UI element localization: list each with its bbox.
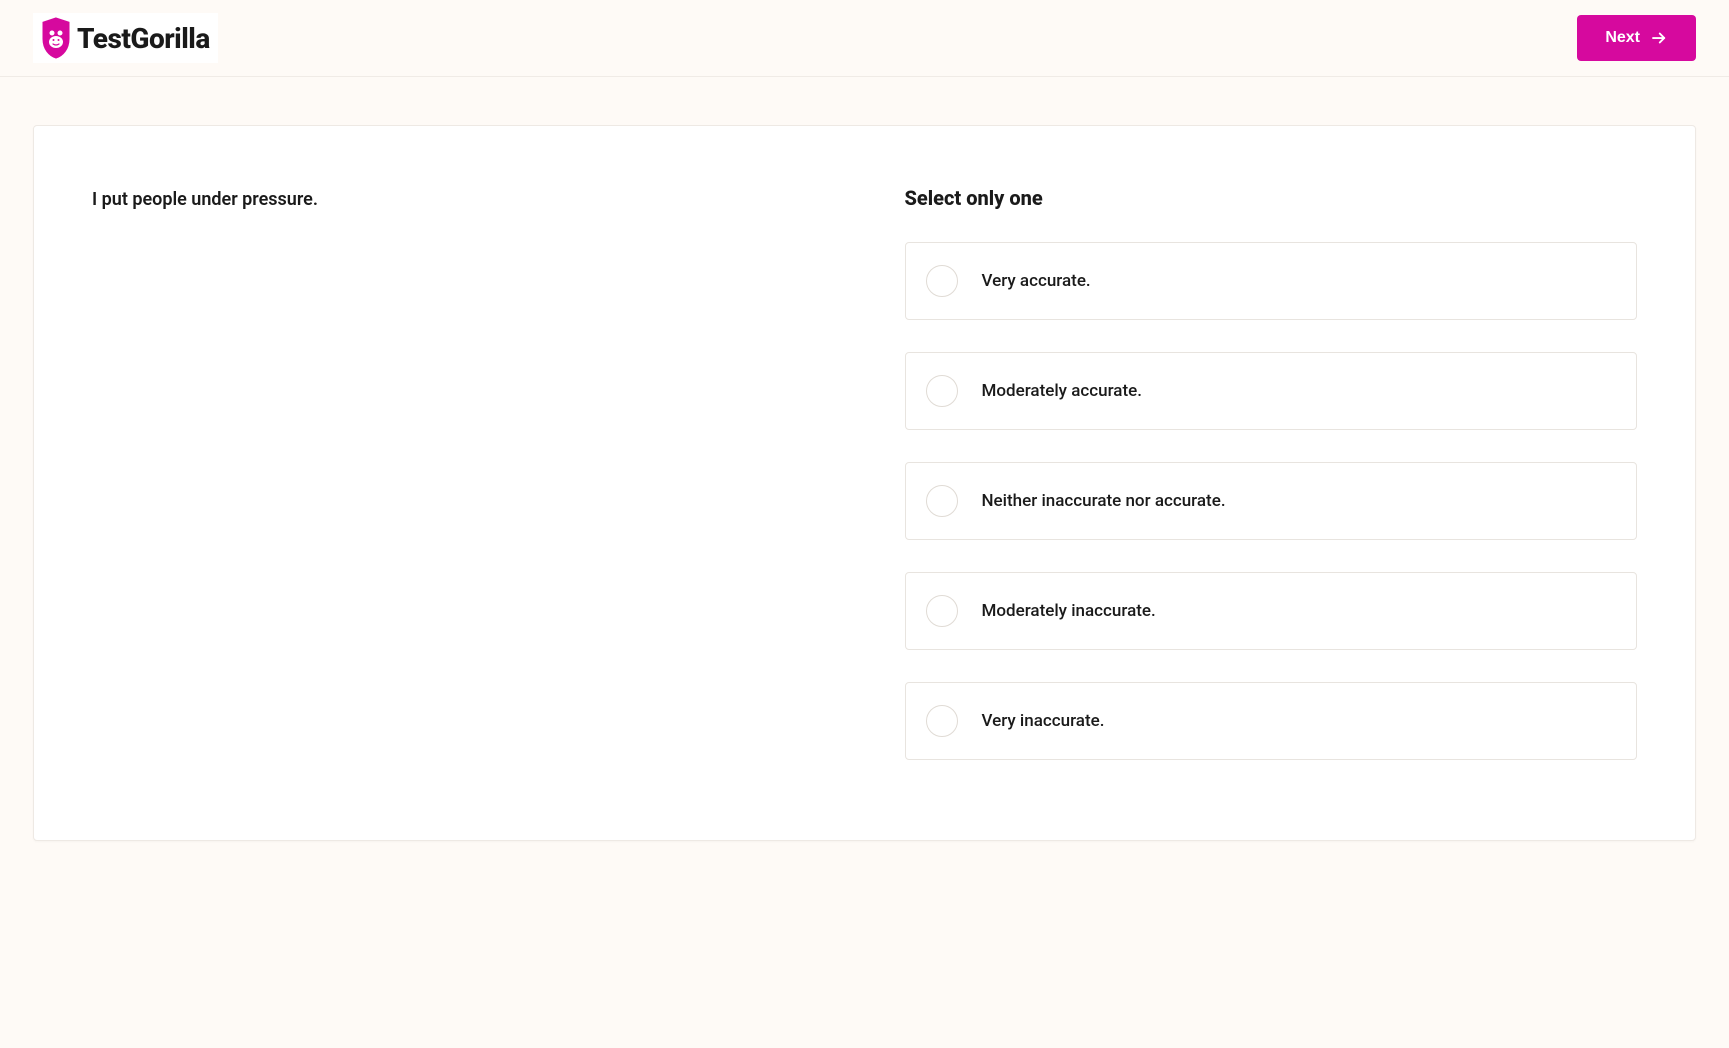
answer-option-neither[interactable]: Neither inaccurate nor accurate.	[905, 462, 1638, 540]
content-wrapper: I put people under pressure. Select only…	[0, 77, 1729, 881]
question-column: I put people under pressure.	[92, 186, 825, 760]
radio-icon	[926, 375, 958, 407]
option-label: Very accurate.	[982, 271, 1091, 291]
answer-option-moderately-accurate[interactable]: Moderately accurate.	[905, 352, 1638, 430]
page-header: TestGorilla Next	[0, 0, 1729, 77]
gorilla-shield-icon	[41, 17, 71, 59]
option-label: Moderately inaccurate.	[982, 601, 1156, 621]
radio-icon	[926, 595, 958, 627]
brand-logo: TestGorilla	[33, 13, 218, 63]
answer-option-very-accurate[interactable]: Very accurate.	[905, 242, 1638, 320]
answers-column: Select only one Very accurate. Moderatel…	[905, 186, 1638, 760]
arrow-right-icon	[1650, 29, 1668, 47]
next-button[interactable]: Next	[1577, 15, 1696, 61]
next-button-label: Next	[1605, 29, 1640, 47]
option-label: Neither inaccurate nor accurate.	[982, 491, 1226, 511]
question-card: I put people under pressure. Select only…	[33, 125, 1696, 841]
answer-instruction: Select only one	[905, 186, 1638, 210]
option-label: Moderately accurate.	[982, 381, 1142, 401]
radio-icon	[926, 705, 958, 737]
radio-icon	[926, 485, 958, 517]
option-label: Very inaccurate.	[982, 711, 1105, 731]
answer-option-very-inaccurate[interactable]: Very inaccurate.	[905, 682, 1638, 760]
question-prompt: I put people under pressure.	[92, 186, 825, 213]
radio-icon	[926, 265, 958, 297]
answer-option-moderately-inaccurate[interactable]: Moderately inaccurate.	[905, 572, 1638, 650]
brand-name: TestGorilla	[77, 22, 210, 55]
